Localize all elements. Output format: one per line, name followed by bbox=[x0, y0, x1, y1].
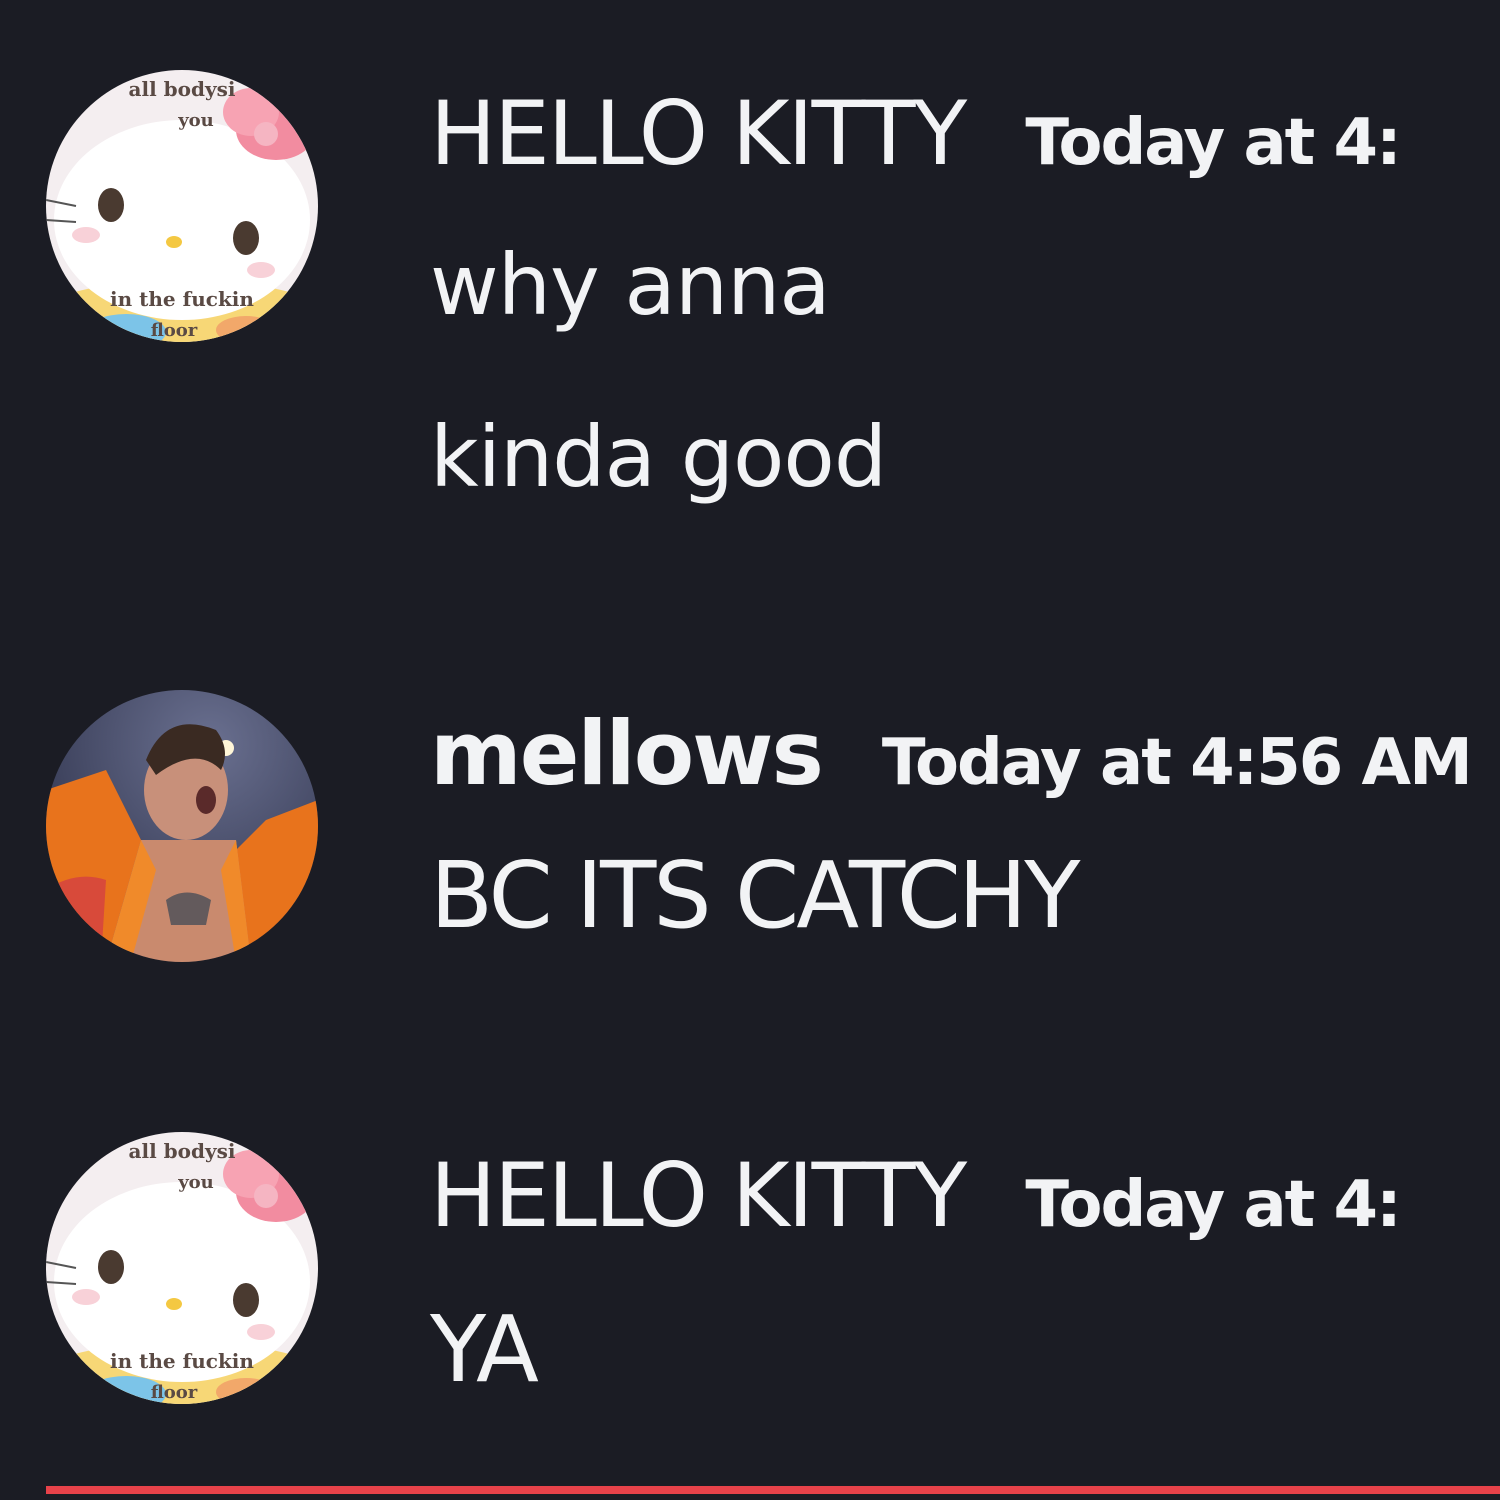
username[interactable]: HELLO KITTY bbox=[430, 82, 967, 185]
user-avatar[interactable]: all bodysi you in the fuckin floor bbox=[46, 1132, 318, 1404]
username[interactable]: HELLO KITTY bbox=[430, 1144, 967, 1247]
avatar-caption-bottom-2: floor bbox=[151, 1382, 198, 1403]
avatar-caption-bottom: in the fuckin bbox=[110, 1349, 254, 1373]
avatar-caption-bottom-2: floor bbox=[151, 320, 198, 341]
message-timestamp[interactable]: Today at 4: bbox=[1025, 1168, 1401, 1242]
avatar-caption-top-2: you bbox=[177, 1172, 214, 1193]
avatar-caption-top: all bodysi bbox=[129, 77, 236, 101]
new-messages-divider bbox=[46, 1486, 1500, 1494]
message-text: why anna bbox=[430, 236, 831, 334]
hello-kitty-avatar-icon: all bodysi you in the fuckin floor bbox=[46, 70, 318, 342]
message-text: YA bbox=[430, 1296, 539, 1403]
message-header: HELLO KITTY Today at 4: bbox=[430, 1144, 1402, 1247]
message-header: mellows Today at 4:56 AM bbox=[430, 702, 1473, 805]
avatar-caption-top: all bodysi bbox=[129, 1139, 236, 1163]
message-timestamp[interactable]: Today at 4: bbox=[1025, 106, 1401, 180]
username[interactable]: mellows bbox=[430, 702, 824, 805]
message-text: kinda good bbox=[430, 408, 887, 506]
chat-message-list: all bodysi you in the fuckin floor HELLO… bbox=[0, 0, 1500, 1500]
avatar-caption-top-2: you bbox=[177, 110, 214, 131]
user-avatar[interactable] bbox=[46, 690, 318, 962]
avatar-caption-bottom: in the fuckin bbox=[110, 287, 254, 311]
message-text: BC ITS CATCHY bbox=[430, 842, 1080, 949]
user-avatar[interactable]: all bodysi you in the fuckin floor bbox=[46, 70, 318, 342]
message-header: HELLO KITTY Today at 4: bbox=[430, 82, 1402, 185]
performer-photo-avatar-icon bbox=[46, 690, 318, 962]
message-timestamp[interactable]: Today at 4:56 AM bbox=[882, 726, 1473, 800]
hello-kitty-avatar-icon: all bodysi you in the fuckin floor bbox=[46, 1132, 318, 1404]
